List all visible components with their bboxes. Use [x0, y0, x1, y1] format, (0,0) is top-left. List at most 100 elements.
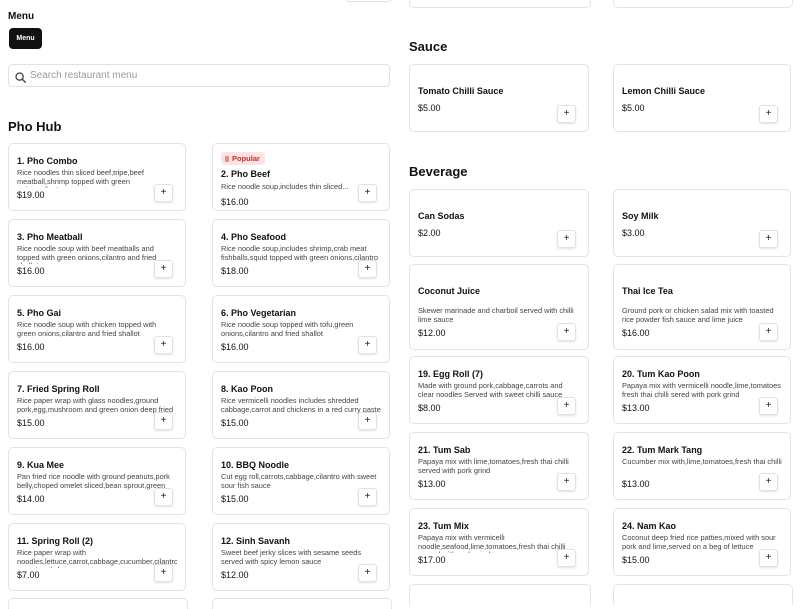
menu-item-card[interactable]: 12. Sinh Savanh Sweet beef jerky slices … [212, 523, 390, 591]
menu-item-card[interactable]: 5. Pho Gai Rice noodle soup with chicken… [8, 295, 186, 363]
menu-item-card[interactable]: Lemon Chilli Sauce $5.00 + [613, 64, 791, 132]
item-name: Thai Ice Tea [622, 286, 676, 296]
item-name: 6. Pho Vegetarian [221, 308, 297, 318]
add-item-button[interactable]: + [557, 549, 576, 567]
menu-button[interactable]: Menu [9, 28, 42, 49]
menu-item-card[interactable]: 10. BBQ Noodle Cut egg roll,carrots,cabb… [212, 447, 390, 515]
item-name: 7. Fried Spring Roll [17, 384, 100, 394]
item-name: 1. Pho Combo [17, 156, 78, 166]
item-description: Papaya mix with vermicelli noodle,lime,t… [622, 382, 781, 399]
page-title: Menu [8, 11, 35, 22]
add-item-button[interactable]: + [154, 260, 173, 278]
clipped-card-top-left [345, 0, 392, 2]
item-name: 11. Spring Roll (2) [17, 536, 94, 546]
add-item-button[interactable]: + [154, 412, 173, 430]
clipped-card-bottom [613, 584, 793, 605]
item-name: 24. Nam Kao [622, 521, 677, 531]
menu-item-card[interactable]: 4. Pho Seafood Rice noodle soup,includes… [212, 219, 390, 287]
item-name: 20. Tum Kao Poon [622, 369, 700, 379]
item-price: $7.00 [17, 570, 40, 580]
add-item-button[interactable]: + [557, 473, 576, 491]
item-price: $16.00 [622, 328, 650, 338]
menu-item-card[interactable]: 11. Spring Roll (2) Rice paper wrap with… [8, 523, 186, 591]
item-price: $13.00 [622, 479, 650, 489]
add-item-button[interactable]: + [358, 564, 377, 582]
item-name: 21. Tum Sab [418, 445, 471, 455]
item-description: Papaya mix with lime,tomatoes,fresh thai… [418, 458, 569, 475]
add-item-button[interactable]: + [358, 184, 377, 202]
menu-item-card[interactable]: 9. Kua Mee Pan fried rice noodle with gr… [8, 447, 186, 515]
item-description: Ground pork or chicken salad mix with to… [622, 307, 774, 324]
add-item-button[interactable]: + [557, 230, 576, 248]
menu-item-card[interactable]: Thai Ice Tea Ground pork or chicken sala… [613, 264, 791, 350]
menu-item-card[interactable]: 19. Egg Roll (7) Made with ground pork,c… [409, 356, 589, 424]
menu-item-card[interactable]: 6. Pho Vegetarian Rice noodle soup toppe… [212, 295, 390, 363]
add-item-button[interactable]: + [154, 336, 173, 354]
menu-item-card[interactable]: Can Sodas $2.00 + [409, 189, 589, 257]
menu-item-card[interactable]: 3. Pho Meatball Rice noodle soup with be… [8, 219, 186, 287]
item-description: Rice noodle soup with beef meatballs and… [17, 245, 157, 264]
popular-badge-label: Popular [232, 154, 260, 163]
menu-item-card[interactable]: 24. Nam Kao Coconut deep fried rice patt… [613, 508, 791, 576]
add-item-button[interactable]: + [557, 105, 576, 123]
item-name: 22. Tum Mark Tang [622, 445, 703, 455]
item-description: Rice noodle soup topped with tofu,green … [221, 321, 354, 338]
add-item-button[interactable]: + [759, 323, 778, 341]
item-description: Sweet beef jerky slices with sesame seed… [221, 549, 362, 566]
item-name: Can Sodas [418, 211, 465, 221]
add-item-button[interactable]: + [154, 184, 173, 202]
search-bar[interactable] [8, 64, 390, 87]
add-item-button[interactable]: + [759, 230, 778, 248]
item-description: Made with ground pork,cabbage,carrots an… [418, 382, 563, 399]
add-item-button[interactable]: + [759, 105, 778, 123]
item-price: $18.00 [221, 266, 249, 276]
item-price: $12.00 [418, 328, 446, 338]
menu-item-card[interactable]: 7. Fried Spring Roll Rice paper wrap wit… [8, 371, 186, 439]
menu-item-card[interactable]: 20. Tum Kao Poon Papaya mix with vermice… [613, 356, 791, 424]
add-item-button[interactable]: + [759, 473, 778, 491]
add-item-button[interactable]: + [759, 549, 778, 567]
item-description: Cut egg roll,carrots,cabbage,cilantro wi… [221, 473, 377, 490]
add-item-button[interactable]: + [759, 397, 778, 415]
item-description: Rice noodle soup with chicken topped wit… [17, 321, 157, 338]
item-price: $5.00 [622, 103, 645, 113]
item-price: $15.00 [17, 418, 45, 428]
menu-item-card[interactable]: 23. Tum Mix Papaya mix with vermicelli n… [409, 508, 589, 576]
add-item-button[interactable]: + [358, 336, 377, 354]
item-name: 12. Sinh Savanh [221, 536, 291, 546]
search-input[interactable] [30, 67, 380, 84]
item-name: 5. Pho Gai [17, 308, 62, 318]
menu-item-card[interactable]: Tomato Chilli Sauce $5.00 + [409, 64, 589, 132]
section-title-sauce: Sauce [409, 39, 448, 54]
menu-item-card[interactable]: 21. Tum Sab Papaya mix with lime,tomatoe… [409, 432, 589, 500]
clipped-card-top-right [613, 0, 793, 8]
add-item-button[interactable]: + [358, 260, 377, 278]
add-item-button[interactable]: + [358, 488, 377, 506]
item-name: 3. Pho Meatball [17, 232, 83, 242]
item-price: $16.00 [17, 266, 45, 276]
menu-item-card[interactable]: 1. Pho Combo Rice noodles thin sliced be… [8, 143, 186, 211]
add-item-button[interactable]: + [154, 488, 173, 506]
item-price: $16.00 [17, 342, 45, 352]
menu-item-card[interactable]: 22. Tum Mark Tang Cucumber mix with,lime… [613, 432, 791, 500]
item-description: Cucumber mix with,lime,tomatoes,fresh th… [622, 458, 782, 466]
item-price: $15.00 [221, 494, 249, 504]
item-name: 9. Kua Mee [17, 460, 65, 470]
item-description: Rice noodles thin sliced beef,tripe,beef… [17, 169, 144, 188]
clipped-card-top-mid [409, 0, 591, 8]
menu-item-card[interactable]: Soy Milk $3.00 + [613, 189, 791, 257]
item-price: $16.00 [221, 342, 249, 352]
add-item-button[interactable]: + [557, 323, 576, 341]
item-description: Rice noodle soup,includes shrimp,crab me… [221, 245, 378, 262]
menu-item-card[interactable]: Coconut Juice Skewer marinade and charbo… [409, 264, 589, 350]
add-item-button[interactable]: + [557, 397, 576, 415]
menu-item-card[interactable]: 8. Kao Poon Rice vermicelli noodles incl… [212, 371, 390, 439]
item-description: Pan fried rice noodle with ground peanut… [17, 473, 170, 490]
item-name: Lemon Chilli Sauce [622, 86, 706, 96]
add-item-button[interactable]: + [358, 412, 377, 430]
item-description: Rice vermicelli noodles includes shredde… [221, 397, 381, 414]
menu-item-card[interactable]: Popular 2. Pho Beef Rice noodle soup,inc… [212, 143, 390, 211]
add-item-button[interactable]: + [154, 564, 173, 582]
item-description: Papaya mix with vermicelli noodle,seafoo… [418, 534, 566, 553]
search-icon [15, 70, 27, 84]
